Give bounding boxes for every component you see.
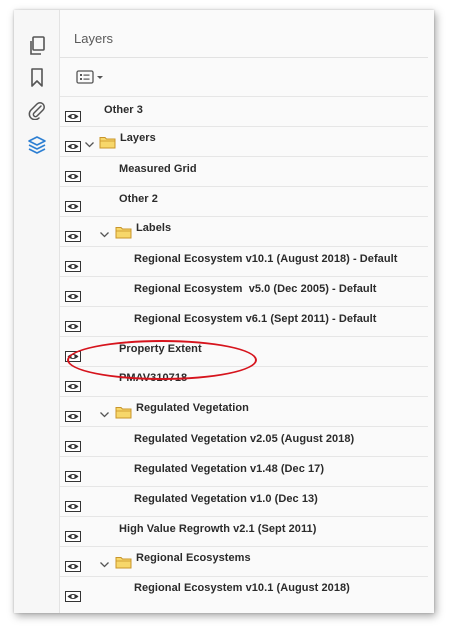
eye-icon[interactable]	[65, 589, 81, 602]
panel-title: Layers	[74, 31, 114, 46]
chevron-down-icon[interactable]	[99, 227, 110, 238]
options-menu-icon	[76, 70, 103, 84]
layer-row-other-2: Other 2	[60, 186, 428, 216]
layer-label: Regional Ecosystem v10.1 (August 2018)	[134, 582, 350, 594]
folder-icon	[115, 405, 132, 419]
layer-row: Regional Ecosystem v6.1 (Sept 2011) - De…	[60, 306, 428, 336]
eye-icon[interactable]	[65, 409, 81, 422]
layer-row: High Value Regrowth v2.1 (Sept 2011)	[60, 516, 428, 546]
layer-label: Regulated Vegetation	[136, 402, 249, 414]
eye-icon[interactable]	[65, 559, 81, 572]
layer-row-measured-grid: Measured Grid	[60, 156, 428, 186]
layer-row-other-3: Other 3	[60, 96, 428, 126]
layer-label: Regulated Vegetation v2.05 (August 2018)	[134, 433, 355, 445]
chevron-down-icon[interactable]	[99, 407, 110, 418]
layer-row-property-extent: Property Extent	[60, 336, 428, 366]
layer-row: Regulated Vegetation v1.0 (Dec 13)	[60, 486, 428, 516]
layer-group-layers: Layers	[60, 126, 428, 156]
layers-icon[interactable]	[25, 133, 49, 157]
eye-icon[interactable]	[65, 169, 81, 182]
divider	[60, 57, 428, 58]
eye-icon[interactable]	[65, 529, 81, 542]
layer-label: Regulated Vegetation v1.48 (Dec 17)	[134, 463, 325, 475]
layers-panel: Layers Other 3 Layers Measured Grid Othe…	[60, 10, 434, 613]
layer-row: Regulated Vegetation v1.48 (Dec 17)	[60, 456, 428, 486]
folder-icon	[115, 225, 132, 239]
layer-label: Regulated Vegetation v1.0 (Dec 13)	[134, 493, 318, 505]
layer-label: Regional Ecosystem v10.1 (August 2018) -…	[134, 253, 398, 265]
eye-icon[interactable]	[65, 289, 81, 302]
pages-icon[interactable]	[25, 34, 49, 58]
eye-icon[interactable]	[65, 229, 81, 242]
layer-row-pmav: PMAV310718	[60, 366, 428, 396]
eye-icon[interactable]	[65, 319, 81, 332]
layer-label: Property Extent	[119, 343, 202, 355]
layer-row: Regional Ecosystem v10.1 (August 2018)	[60, 576, 428, 606]
layer-row: Regulated Vegetation v2.05 (August 2018)	[60, 426, 428, 456]
layer-label: High Value Regrowth v2.1 (Sept 2011)	[119, 523, 317, 535]
layer-label: PMAV310718	[119, 372, 188, 384]
navigation-rail	[14, 10, 60, 613]
layer-row: Regional Ecosystem v10.1 (August 2018) -…	[60, 246, 428, 276]
layer-group-labels: Labels	[60, 216, 428, 246]
eye-icon[interactable]	[65, 379, 81, 392]
eye-icon[interactable]	[65, 199, 81, 212]
eye-icon[interactable]	[65, 469, 81, 482]
eye-icon[interactable]	[65, 139, 81, 152]
layer-label: Layers	[120, 132, 156, 144]
chevron-down-icon[interactable]	[84, 137, 95, 148]
eye-icon[interactable]	[65, 499, 81, 512]
layer-label: Other 2	[119, 193, 158, 205]
eye-icon[interactable]	[65, 349, 81, 362]
eye-icon[interactable]	[65, 439, 81, 452]
options-menu-button[interactable]	[76, 67, 110, 87]
layer-label: Labels	[136, 222, 172, 234]
layer-label: Regional Ecosystem v6.1 (Sept 2011) - De…	[134, 313, 377, 325]
bookmark-icon[interactable]	[25, 66, 49, 90]
folder-icon	[99, 135, 116, 149]
folder-icon	[115, 555, 132, 569]
eye-icon[interactable]	[65, 259, 81, 272]
layer-row: Regional Ecosystem v5.0 (Dec 2005) - Def…	[60, 276, 428, 306]
eye-icon[interactable]	[65, 109, 81, 122]
layers-list: Other 3 Layers Measured Grid Other 2 Lab…	[60, 96, 428, 606]
layers-window: Layers Other 3 Layers Measured Grid Othe…	[14, 10, 434, 613]
layer-group-regional-ecosystems: Regional Ecosystems	[60, 546, 428, 576]
chevron-down-icon[interactable]	[99, 557, 110, 568]
attachment-icon[interactable]	[25, 98, 49, 122]
layer-label: Regional Ecosystems	[136, 552, 251, 564]
layer-label: Regional Ecosystem v5.0 (Dec 2005) - Def…	[134, 283, 377, 295]
layer-group-regulated-vegetation: Regulated Vegetation	[60, 396, 428, 426]
layer-label: Other 3	[104, 104, 143, 116]
layer-label: Measured Grid	[119, 163, 197, 175]
